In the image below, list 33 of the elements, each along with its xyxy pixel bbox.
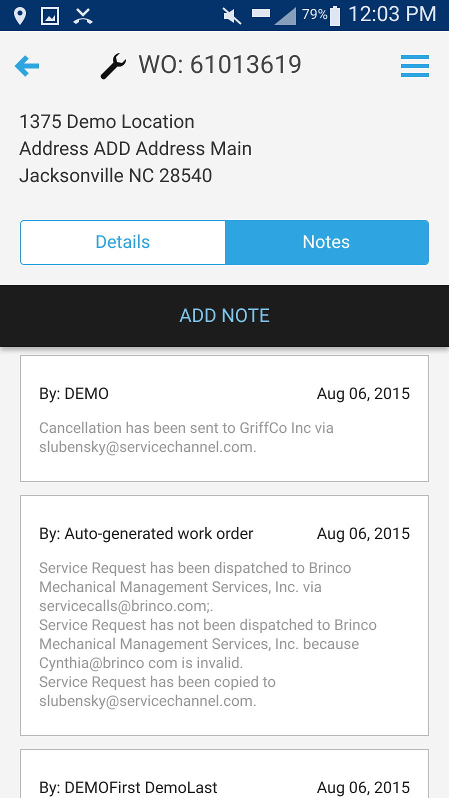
clock-time: 12:03 PM bbox=[348, 2, 437, 29]
tab[interactable]: Notes bbox=[224, 221, 428, 264]
image-icon bbox=[41, 6, 59, 24]
address-line: 1375 Demo Location bbox=[19, 109, 196, 135]
note-author: By: DEMOFirst DemoLast bbox=[39, 777, 218, 798]
tab[interactable]: Details bbox=[21, 221, 224, 264]
note-text-line: Service Request has been copied to bbox=[39, 673, 277, 692]
note-text-line: Cancellation has been sent to GriffCo Inc via bbox=[39, 419, 335, 438]
note-text-line: slubensky@servicechannel.com. bbox=[39, 692, 258, 711]
wrench-icon bbox=[98, 51, 128, 81]
address-line: Jacksonville NC 28540 bbox=[19, 163, 214, 189]
location-pin-icon bbox=[12, 6, 28, 26]
note-text-line: Cynthia@brinco com is invalid. bbox=[39, 654, 244, 673]
work-order-title: WO: 61013619 bbox=[138, 50, 302, 82]
menu-icon bbox=[401, 54, 429, 78]
mute-icon bbox=[222, 6, 242, 24]
back-arrow-icon bbox=[13, 54, 41, 78]
missed-call-icon bbox=[72, 6, 94, 24]
note-date: Aug 06, 2015 bbox=[316, 777, 410, 798]
note-text-line: Service Request has not been dispatched to Brinco bbox=[39, 616, 378, 635]
note-text-line: Service Request has been dispatched to Brinco bbox=[39, 559, 352, 578]
note-text-line: Mechanical Management Services, Inc. because bbox=[39, 635, 360, 654]
note-date: Aug 06, 2015 bbox=[316, 523, 410, 545]
address-line: Address ADD Address Main bbox=[19, 136, 254, 162]
note-date: Aug 06, 2015 bbox=[316, 383, 410, 405]
note-text-line: Mechanical Management Services, Inc. via bbox=[39, 578, 323, 597]
battery-icon bbox=[330, 6, 340, 26]
add-note-button[interactable]: ADD NOTE bbox=[0, 285, 449, 347]
battery-percent: 79% bbox=[302, 6, 328, 25]
note-author: By: Auto-generated work order bbox=[39, 523, 254, 545]
note-text-line: slubensky@servicechannel.com. bbox=[39, 438, 258, 457]
note-text-line: servicecalls@brinco.com;. bbox=[39, 597, 215, 616]
note-author: By: DEMO bbox=[39, 383, 109, 405]
